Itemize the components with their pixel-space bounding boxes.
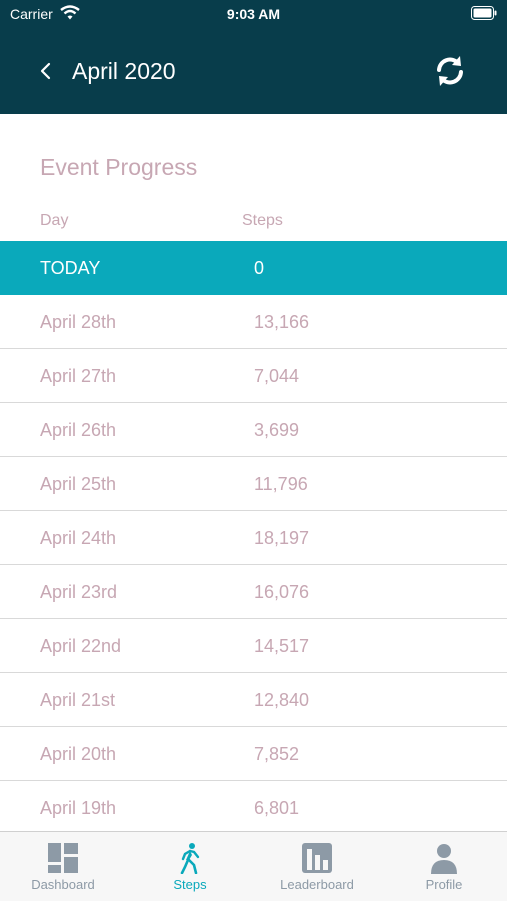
refresh-button[interactable] (431, 52, 469, 90)
row-day: April 23rd (40, 582, 118, 602)
tab-steps[interactable]: Steps (127, 832, 253, 901)
row-steps: 14,517 (254, 636, 310, 656)
row-day: April 24th (40, 528, 117, 548)
tab-label: Dashboard (31, 877, 95, 892)
page-title: April 2020 (72, 58, 176, 84)
walking-icon (180, 843, 200, 874)
table-row[interactable]: April 27th 7,044 (0, 349, 507, 403)
row-day: April 21st (40, 690, 116, 710)
chevron-left-icon (40, 62, 51, 80)
status-bar: Carrier 9:03 AM (0, 0, 507, 28)
tab-label: Leaderboard (280, 877, 354, 892)
row-steps: 7,852 (254, 744, 300, 764)
row-day: April 26th (40, 420, 117, 440)
table-row[interactable]: April 25th 11,796 (0, 457, 507, 511)
table-row[interactable]: April 26th 3,699 (0, 403, 507, 457)
tab-bar: Dashboard Steps Leaderboard Profile (0, 831, 507, 901)
tab-label: Profile (425, 877, 463, 892)
table-row[interactable]: April 23rd 16,076 (0, 565, 507, 619)
row-steps: 13,166 (254, 312, 310, 332)
row-day: April 27th (40, 366, 117, 386)
profile-icon (431, 844, 457, 874)
row-steps: 6,801 (254, 798, 300, 818)
table-row[interactable]: April 24th 18,197 (0, 511, 507, 565)
row-day: April 28th (40, 312, 117, 332)
table-row[interactable]: April 21st 12,840 (0, 673, 507, 727)
leaderboard-icon (302, 843, 332, 873)
tab-leaderboard[interactable]: Leaderboard (254, 832, 380, 901)
row-steps: 12,840 (254, 690, 310, 710)
row-day: April 20th (40, 744, 117, 764)
table-row[interactable]: April 19th 6,801 (0, 781, 507, 835)
table-row[interactable]: April 28th 13,166 (0, 295, 507, 349)
row-day: April 22nd (40, 636, 122, 656)
clock: 9:03 AM (226, 6, 281, 22)
dashboard-icon (48, 843, 78, 873)
refresh-icon (437, 56, 463, 86)
row-day: April 25th (40, 474, 117, 494)
row-steps: 18,197 (254, 528, 310, 548)
tab-profile[interactable]: Profile (381, 832, 507, 901)
table-row[interactable]: April 22nd 14,517 (0, 619, 507, 673)
row-day: April 19th (40, 798, 117, 818)
column-header-day: Day (40, 212, 69, 229)
table-row-today[interactable]: TODAY 0 (0, 241, 507, 295)
column-header-steps: Steps (242, 212, 283, 229)
nav-bar: April 2020 (0, 28, 507, 114)
row-steps: 3,699 (254, 420, 300, 440)
progress-table: TODAY 0 April 28th 13,166 April 27th 7,0… (0, 241, 507, 835)
tab-dashboard[interactable]: Dashboard (0, 832, 126, 901)
row-steps: 11,796 (254, 474, 308, 494)
tab-label: Steps (173, 877, 207, 892)
row-steps: 0 (254, 258, 265, 278)
table-row[interactable]: April 20th 7,852 (0, 727, 507, 781)
section-title: Event Progress (40, 154, 198, 180)
battery-icon (471, 6, 497, 23)
row-steps: 16,076 (254, 582, 310, 602)
row-steps: 7,044 (254, 366, 300, 386)
back-button[interactable] (34, 56, 58, 86)
row-day: TODAY (40, 258, 101, 278)
